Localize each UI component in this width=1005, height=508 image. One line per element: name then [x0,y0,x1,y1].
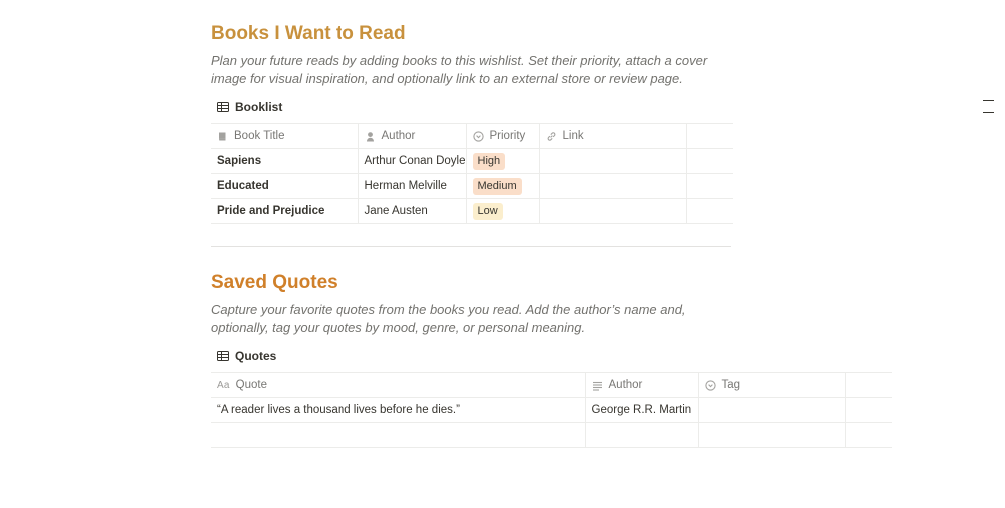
priority-tag: High [472,152,506,170]
column-header-author[interactable]: Author [585,372,699,398]
quote-cell[interactable]: “A reader lives a thousand lives before … [211,397,586,423]
book-author-cell[interactable]: Jane Austen [358,198,467,224]
quote-tag-cell[interactable] [698,422,846,448]
toc-line [983,100,994,101]
quotes-title-label: Quotes [235,349,277,363]
table-row[interactable]: Pride and Prejudice Jane Austen Low [211,198,733,224]
column-header-priority[interactable]: Priority [466,123,540,149]
lines-icon [592,381,602,391]
select-icon [704,379,716,391]
quote-cell[interactable] [211,422,586,448]
column-header-empty[interactable] [686,123,733,149]
books-section: Books I Want to Read Plan your future re… [211,22,736,224]
table-row[interactable]: Sapiens Arthur Conan Doyle High [211,148,733,174]
outline-toc-handle[interactable] [983,100,994,124]
quotes-description[interactable]: Capture your favorite quotes from the bo… [211,301,731,337]
text-aa-icon: Aa [217,379,230,391]
books-description[interactable]: Plan your future reads by adding books t… [211,52,731,88]
book-author-cell[interactable]: Herman Melville [358,173,467,199]
quote-author-cell[interactable]: George R.R. Martin [585,397,699,423]
book-title-cell[interactable]: Educated [211,173,359,199]
booklist-table: Book Title Author Priority Link Sapiens … [211,123,733,224]
book-author-cell[interactable]: Arthur Conan Doyle [358,148,467,174]
book-link-cell[interactable] [539,148,687,174]
table-icon [217,102,229,112]
table-icon [217,351,229,361]
column-header-tag[interactable]: Tag [698,372,846,398]
column-header-author[interactable]: Author [358,123,467,149]
person-icon [366,131,374,141]
quotes-section: Saved Quotes Capture your favorite quote… [211,271,896,448]
quote-author-cell[interactable] [585,422,699,448]
select-icon [472,130,484,142]
book-link-cell[interactable] [539,173,687,199]
empty-cell[interactable] [686,148,733,174]
column-header-book-title[interactable]: Book Title [211,123,359,149]
books-heading[interactable]: Books I Want to Read [211,22,736,46]
booklist-title-label: Booklist [235,100,283,114]
column-header-empty[interactable] [845,372,892,398]
priority-tag: Medium [472,177,522,195]
link-icon [547,131,555,141]
book-priority-cell[interactable]: Medium [466,173,540,199]
column-header-quote[interactable]: Aa Quote [211,372,586,398]
table-row[interactable]: “A reader lives a thousand lives before … [211,397,892,423]
quotes-table: Aa Quote Author Tag “A reader lives a th… [211,372,892,448]
table-row[interactable] [211,422,892,448]
book-icon [219,132,226,140]
book-priority-cell[interactable]: Low [466,198,540,224]
empty-cell[interactable] [845,422,892,448]
empty-cell[interactable] [845,397,892,423]
empty-cell[interactable] [686,198,733,224]
toc-line [983,112,994,113]
column-header-link[interactable]: Link [539,123,687,149]
booklist-database-title[interactable]: Booklist [211,96,736,118]
quotes-database-title[interactable]: Quotes [211,345,896,367]
book-title-cell[interactable]: Sapiens [211,148,359,174]
section-divider [211,246,731,247]
book-priority-cell[interactable]: High [466,148,540,174]
empty-cell[interactable] [686,173,733,199]
book-link-cell[interactable] [539,198,687,224]
quote-tag-cell[interactable] [698,397,846,423]
priority-tag: Low [472,202,503,220]
book-title-cell[interactable]: Pride and Prejudice [211,198,359,224]
table-row[interactable]: Educated Herman Melville Medium [211,173,733,199]
quotes-heading[interactable]: Saved Quotes [211,271,896,295]
